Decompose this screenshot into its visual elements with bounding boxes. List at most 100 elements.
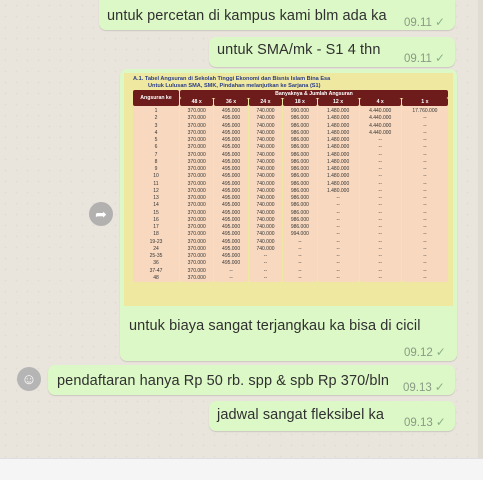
table-cell: -- <box>401 195 448 203</box>
table-cell: 1.480.000 <box>317 166 359 174</box>
forward-icon[interactable]: ➦ <box>89 202 113 226</box>
table-cell: 1.480.000 <box>317 151 359 159</box>
table-cell: -- <box>401 122 448 130</box>
table-cell: 370.000 <box>180 115 214 123</box>
table-row: 37-47 370.000 -- -- -- -- -- -- <box>133 267 448 275</box>
table-cell: 370.000 <box>180 238 214 246</box>
table-cell: 740.000 <box>248 166 283 174</box>
col-header: 4 x <box>359 98 401 106</box>
table-cell: 1 <box>133 106 179 116</box>
col-group-header: Banyaknya & Jumlah Angsuran <box>180 90 448 98</box>
table-cell: 740.000 <box>248 158 283 166</box>
table-cell: 740.000 <box>248 231 283 239</box>
table-row: 5 370.000 495.000 740.000 986.000 1.480.000 --… <box>133 137 448 145</box>
message-bubble[interactable]: pendaftaran hanya Rp 50 rb. spp & spb Rp… <box>48 365 455 395</box>
table-cell: -- <box>359 224 401 232</box>
table-cell: 495.000 <box>214 122 248 130</box>
table-cell: -- <box>359 173 401 181</box>
table-cell: 4.440.000 <box>359 115 401 123</box>
table-cell: -- <box>359 195 401 203</box>
table-cell: 370.000 <box>180 129 214 137</box>
emoji-icon[interactable]: ☺ <box>17 367 41 391</box>
table-cell: 370.000 <box>180 106 214 116</box>
table-cell: 495.000 <box>214 173 248 181</box>
table-cell: -- <box>359 158 401 166</box>
table-cell: 370.000 <box>180 253 214 261</box>
table-cell: 370.000 <box>180 151 214 159</box>
table-cell: 5 <box>133 137 179 145</box>
table-cell: -- <box>248 274 283 282</box>
message-time: 09.11 <box>404 53 432 65</box>
table-cell: -- <box>317 224 359 232</box>
table-cell: -- <box>359 180 401 188</box>
message-time: 09.12 <box>404 347 433 359</box>
table-cell: 986.000 <box>283 173 317 181</box>
table-cell: -- <box>248 260 283 268</box>
table-cell: 495.000 <box>214 187 248 195</box>
table-cell: -- <box>401 158 448 166</box>
table-cell: -- <box>401 267 448 275</box>
table-cell: 740.000 <box>248 224 283 232</box>
table-row: 15 370.000 495.000 740.000 986.000 -- -- -- <box>133 209 448 217</box>
installment-table-image[interactable]: A.1. Tabel Angsuran di Sekolah Tinggi Ek… <box>124 73 453 306</box>
table-cell: -- <box>401 180 448 188</box>
table-cell: -- <box>317 238 359 246</box>
table-row: 12 370.000 495.000 740.000 986.000 1.480.000-… <box>133 187 448 195</box>
table-row: 14 370.000 495.000 740.000 986.000 -- -- -- <box>133 202 448 210</box>
table-cell: -- <box>317 260 359 268</box>
table-cell: 495.000 <box>214 231 248 239</box>
check-icon: ✓ <box>434 51 445 65</box>
table-row: 9 370.000 495.000 740.000 986.000 1.480.000 --… <box>133 166 448 174</box>
chat-panel: untuk percetan di kampus kami blm ada ka… <box>0 0 483 458</box>
table-cell: 1.480.000 <box>317 144 359 152</box>
message-bubble[interactable]: untuk SMA/mk - S1 4 thn 09.11 ✓ <box>209 37 455 67</box>
table-cell: -- <box>317 231 359 239</box>
table-cell: 986.000 <box>283 187 317 195</box>
compose-bar <box>0 458 483 480</box>
table-cell: 3 <box>133 122 179 130</box>
table-cell: 370.000 <box>180 187 214 195</box>
table-cell: 740.000 <box>248 137 283 145</box>
message-bubble[interactable]: jadwal sangat fleksibel ka 09.13 ✓ <box>209 401 455 431</box>
table-row: 19-23 370.000 495.000 740.000 -- -- -- -- <box>133 238 448 246</box>
table-cell: 370.000 <box>180 274 214 282</box>
table-cell: -- <box>401 224 448 232</box>
col-header: 18 x <box>283 98 317 106</box>
table-cell: -- <box>317 216 359 224</box>
message-meta: 09.13 ✓ <box>403 380 445 394</box>
table-cell: 18 <box>133 231 179 239</box>
table-cell: -- <box>401 238 448 246</box>
table-cell: -- <box>248 267 283 275</box>
table-cell: -- <box>401 202 448 210</box>
table-cell: 4.440.000 <box>359 106 401 116</box>
table-cell: -- <box>283 274 317 282</box>
table-cell: 495.000 <box>214 238 248 246</box>
table-cell: 7 <box>133 151 179 159</box>
table-cell: 740.000 <box>248 173 283 181</box>
scrollbar[interactable] <box>478 0 483 458</box>
message-time: 09.13 <box>404 417 433 429</box>
table-cell: -- <box>317 202 359 210</box>
table-cell: -- <box>283 245 317 253</box>
table-cell: -- <box>401 209 448 217</box>
table-row: 48 370.000 -- -- -- -- -- -- <box>133 274 448 282</box>
table-cell: 740.000 <box>248 187 283 195</box>
table-cell: 10 <box>133 173 179 181</box>
table-row: 16 370.000 495.000 740.000 986.000 -- -- -- <box>133 216 448 224</box>
table-cell: 370.000 <box>180 180 214 188</box>
table-cell: 370.000 <box>180 216 214 224</box>
table-row: 7 370.000 495.000 740.000 986.000 1.480.000 --… <box>133 151 448 159</box>
table-cell: -- <box>359 202 401 210</box>
table-cell: 986.000 <box>283 195 317 203</box>
table-cell: -- <box>401 151 448 159</box>
table-cell: 36 <box>133 260 179 268</box>
table-cell: 4 <box>133 129 179 137</box>
col-header: 1 x <box>401 98 448 106</box>
message-bubble[interactable]: untuk percetan di kampus kami blm ada ka… <box>99 0 455 30</box>
table-cell: 14 <box>133 202 179 210</box>
table-row: 25-35 370.000 495.000 -- -- -- -- -- <box>133 253 448 261</box>
table-cell: 495.000 <box>214 166 248 174</box>
table-cell: 495.000 <box>214 151 248 159</box>
installment-table: Angsuran ke Banyaknya & Jumlah Angsuran … <box>132 90 449 282</box>
table-cell: -- <box>401 187 448 195</box>
